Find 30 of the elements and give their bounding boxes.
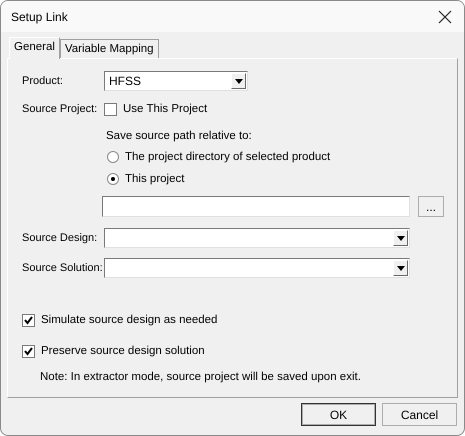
field-label: Product: [22,75,64,87]
radio-button[interactable] [107,173,119,185]
checkbox[interactable] [22,344,35,358]
checkbox[interactable] [104,102,117,116]
radio-button[interactable] [107,151,119,163]
path-field[interactable] [102,196,410,217]
product-dropdown[interactable]: HFSS [104,71,248,91]
field-label: Source Design: [22,232,98,244]
field-label: Source Project: [22,103,98,115]
solution-dropdown[interactable] [104,258,410,278]
close-icon[interactable] [438,10,452,24]
radio-label: This project [125,173,184,185]
caret-icon [234,78,242,84]
checkbox-label: Use This Project [123,103,208,115]
radio-label: The project directory of selected product [125,151,330,163]
tab[interactable]: Variable Mapping [60,39,159,58]
note-text: Note: In extractor mode, source project will be saved upon exit. [40,371,361,383]
field-label: Source Solution: [22,262,104,274]
checkbox-label: Preserve source design solution [41,345,205,357]
cancel-button[interactable]: Cancel [382,403,457,426]
ok-button[interactable]: OK [301,403,376,426]
design-dropdown[interactable] [104,228,410,248]
window-title: Setup Link [11,10,68,24]
tab[interactable]: General [9,37,60,59]
checkbox-label: Simulate source design as needed [41,314,218,326]
section-label: Save source path relative to: [106,130,252,142]
browse-button[interactable]: ... [418,196,444,217]
caret-icon [396,236,404,240]
caret-icon [396,266,404,270]
checkbox[interactable] [22,314,35,326]
